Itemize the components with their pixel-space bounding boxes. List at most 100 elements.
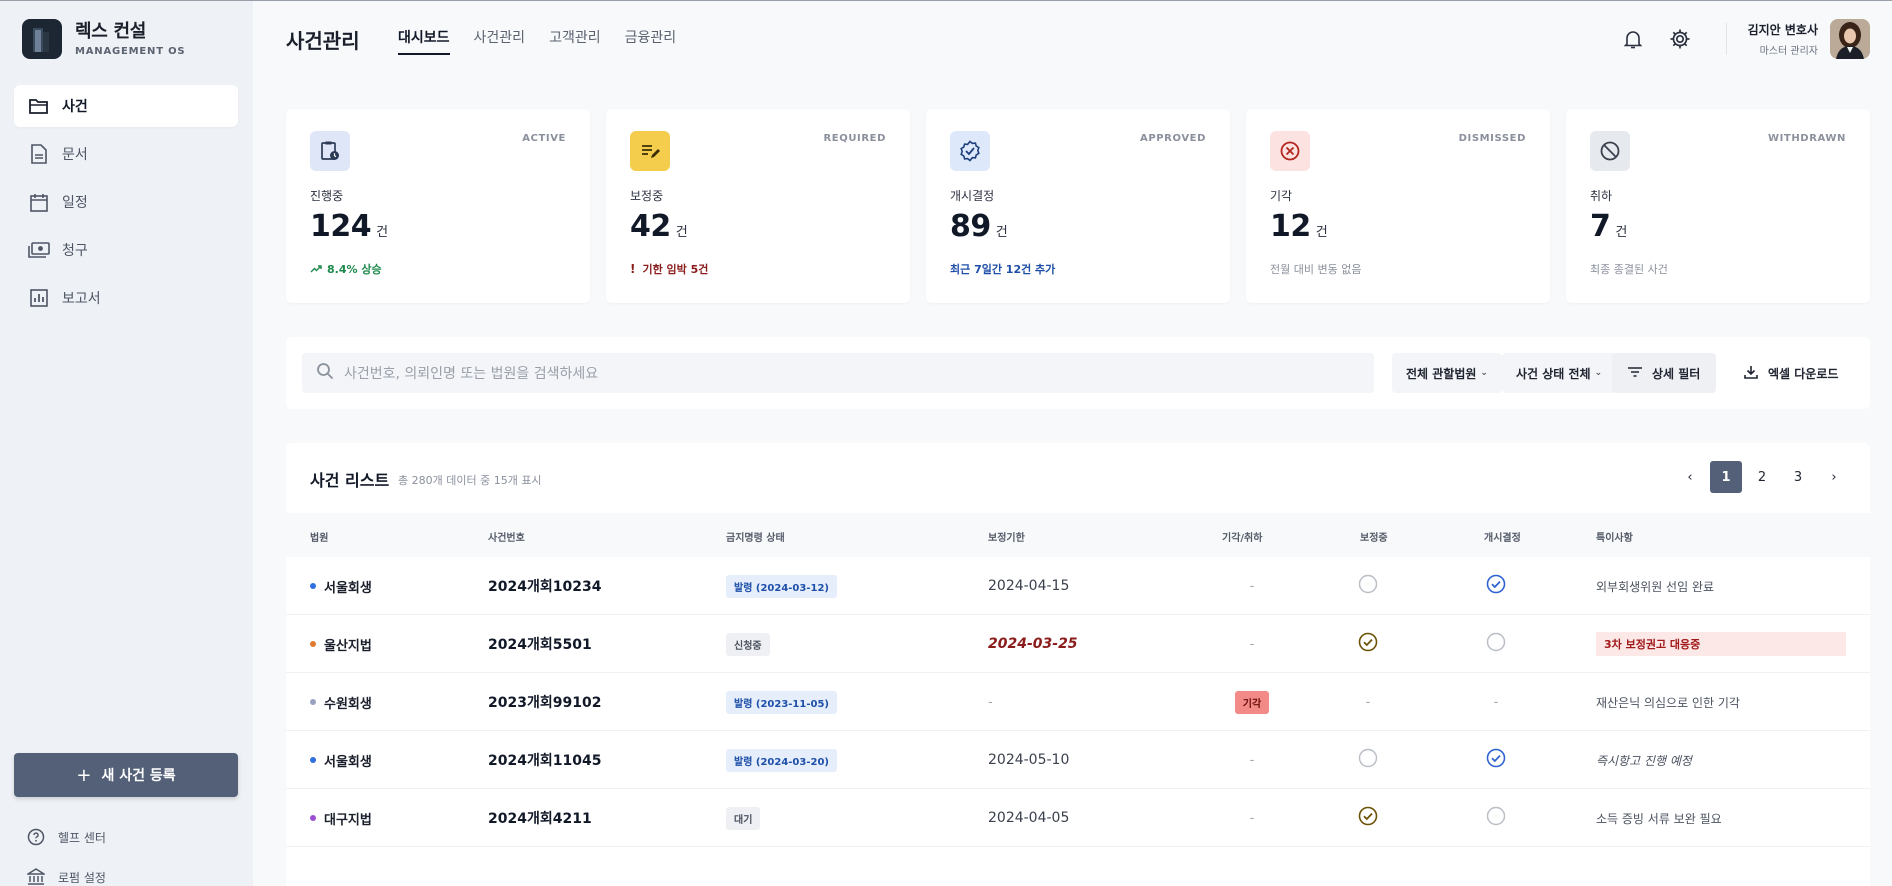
new-case-button[interactable]: + 새 사건 등록: [14, 753, 238, 797]
court-dot: [310, 815, 316, 821]
plus-icon: +: [76, 764, 92, 786]
case-number-link[interactable]: 2024개회5501: [488, 634, 592, 654]
col-court[interactable]: 법원: [310, 529, 328, 544]
table-row[interactable]: 서울회생 2024개회11045 발령 (2024-03-20) 2024-05-10…: [286, 731, 1870, 789]
court-name: 울산지법: [324, 638, 372, 654]
check-circle-icon[interactable]: [1486, 748, 1506, 772]
prev-page-button[interactable]: ‹: [1674, 461, 1706, 493]
case-number-link[interactable]: 2024개회4211: [488, 808, 592, 828]
stat-label: 보정중: [630, 189, 664, 203]
col-case-no[interactable]: 사건번호: [488, 529, 525, 544]
user-role: 마스터 관리자: [1759, 46, 1818, 57]
user-profile[interactable]: 김지안 변호사 마스터 관리자: [1748, 19, 1870, 59]
detail-filter-button[interactable]: 상세 필터: [1612, 353, 1717, 393]
brand-logo-icon: [22, 19, 62, 59]
brand[interactable]: 렉스 컨설 MANAGEMENT OS: [22, 19, 185, 59]
detail-filter-label: 상세 필터: [1652, 366, 1701, 381]
check-circle-icon[interactable]: [1358, 632, 1378, 656]
help-icon: [26, 827, 46, 847]
excel-download-button[interactable]: 엑셀 다운로드: [1730, 353, 1853, 393]
court-name: 대구지법: [324, 812, 372, 828]
firm-settings-link[interactable]: 로펌 설정: [26, 867, 106, 886]
table-row[interactable]: 서울회생 2024개회10234 발령 (2024-03-12) 2024-04-15…: [286, 557, 1870, 615]
dismiss-badge: 기각: [1234, 690, 1270, 714]
col-deadline[interactable]: 보정기한: [988, 529, 1025, 544]
table-row[interactable]: 대구지법 2024개회4211 대기 2024-04-05 - 소득 증빙 서류 보완 필…: [286, 789, 1870, 847]
case-number-link[interactable]: 2023개회99102: [488, 692, 601, 712]
stat-value: 7: [1590, 209, 1611, 244]
col-ban-status[interactable]: 금지명령 상태: [726, 529, 785, 544]
avatar[interactable]: [1830, 19, 1870, 59]
col-dismiss[interactable]: 기각/취하: [1222, 529, 1262, 544]
dismiss-value: -: [1249, 636, 1255, 652]
edit-note-icon: [630, 131, 670, 171]
court-filter-select[interactable]: 전체 관할법원 ⌄: [1392, 353, 1502, 393]
page-3-button[interactable]: 3: [1782, 461, 1814, 493]
gear-icon[interactable]: [1668, 27, 1692, 51]
sidebar-item-reports[interactable]: 보고서: [14, 277, 238, 319]
stat-card-required[interactable]: REQUIRED 보정중 42 건 ! 기한 임박 5건: [606, 109, 910, 303]
note-text: 소득 증빙 서류 보완 필요: [1596, 811, 1722, 826]
col-approved[interactable]: 개시결정: [1484, 529, 1521, 544]
ban-status-badge: 발령 (2024-03-12): [726, 574, 837, 598]
sidebar-item-schedule[interactable]: 일정: [14, 181, 238, 223]
sidebar-item-cases[interactable]: 사건: [14, 85, 238, 127]
case-number-link[interactable]: 2024개회10234: [488, 576, 601, 596]
court-dot: [310, 699, 316, 705]
stat-card-active[interactable]: ACTIVE 진행중 124 건 8.4% 상승: [286, 109, 590, 303]
header-divider: [1726, 23, 1727, 55]
empty-circle-icon[interactable]: [1358, 748, 1378, 772]
col-notes[interactable]: 특이사항: [1596, 529, 1633, 544]
page-2-button[interactable]: 2: [1746, 461, 1778, 493]
case-number-link[interactable]: 2024개회11045: [488, 750, 601, 770]
stat-cards: ACTIVE 진행중 124 건 8.4% 상승 REQUIRED 보정중 42 건…: [286, 109, 1870, 303]
ban-status-badge: 발령 (2023-11-05): [726, 690, 837, 714]
table-row[interactable]: 울산지법 2024개회5501 신청중 2024-03-25 - 3차 보정권고 대응중: [286, 615, 1870, 673]
tab-clients[interactable]: 고객관리: [549, 27, 601, 55]
x-circle-icon: [1270, 131, 1310, 171]
stat-card-withdrawn[interactable]: WITHDRAWN 취하 7건 최종 종결된 사건: [1566, 109, 1870, 303]
tab-finance[interactable]: 금융관리: [625, 27, 677, 55]
stat-card-approved[interactable]: APPROVED 개시결정 89 건 최근 7일간 12건 추가: [926, 109, 1230, 303]
page-title: 사건관리: [286, 29, 360, 53]
stat-value: 12: [1270, 209, 1311, 244]
ban-status-badge: 발령 (2024-03-20): [726, 748, 837, 772]
help-center-link[interactable]: 헬프 센터: [26, 827, 106, 847]
stat-card-dismissed[interactable]: DISMISSED 기각 12 건 전월 대비 변동 없음: [1246, 109, 1550, 303]
sidebar-item-label: 청구: [62, 243, 88, 259]
tab-dashboard[interactable]: 대시보드: [398, 27, 450, 55]
tab-cases[interactable]: 사건관리: [474, 27, 526, 55]
block-icon: [1590, 131, 1630, 171]
empty-circle-icon[interactable]: [1486, 632, 1506, 656]
next-page-button[interactable]: ›: [1818, 461, 1850, 493]
sidebar-nav: 사건 문서 일정 청구 보고서: [14, 85, 238, 325]
stat-note: 기한 임박 5건: [642, 263, 709, 276]
search-input[interactable]: 사건번호, 의뢰인명 또는 법원을 검색하세요: [302, 353, 1374, 393]
stat-tag: WITHDRAWN: [1767, 133, 1846, 144]
court-dot: [310, 583, 316, 589]
sidebar-item-label: 문서: [62, 147, 88, 163]
table-row[interactable]: 수원회생 2023개회99102 발령 (2023-11-05) - 기각 - - 재산은닉 …: [286, 673, 1870, 731]
search-placeholder: 사건번호, 의뢰인명 또는 법원을 검색하세요: [344, 366, 599, 382]
page-1-button[interactable]: 1: [1710, 461, 1742, 493]
header-tabs: 대시보드 사건관리 고객관리 금융관리: [398, 27, 700, 55]
stat-note: 최종 종결된 사건: [1590, 263, 1668, 276]
sidebar-item-billing[interactable]: 청구: [14, 229, 238, 271]
col-correcting[interactable]: 보정중: [1360, 529, 1388, 544]
dismiss-value: -: [1249, 810, 1255, 826]
stat-unit: 건: [1315, 225, 1328, 240]
bell-icon[interactable]: [1621, 27, 1645, 51]
check-circle-icon[interactable]: [1486, 574, 1506, 598]
empty-circle-icon[interactable]: [1358, 574, 1378, 598]
download-icon: [1744, 365, 1758, 382]
sidebar-item-label: 일정: [62, 195, 88, 211]
top-header: 사건관리 대시보드 사건관리 고객관리 금융관리 김지안 변호사 마스터 관리자: [253, 1, 1892, 77]
sidebar-item-documents[interactable]: 문서: [14, 133, 238, 175]
empty-circle-icon[interactable]: [1486, 806, 1506, 830]
help-center-label: 헬프 센터: [58, 830, 106, 845]
status-filter-select[interactable]: 사건 상태 전체 ⌄: [1502, 353, 1617, 393]
pagination: ‹ 1 2 3 ›: [1670, 461, 1850, 493]
check-circle-icon[interactable]: [1358, 806, 1378, 830]
filter-toolbar: 사건번호, 의뢰인명 또는 법원을 검색하세요 전체 관할법원 ⌄ 사건 상태 …: [286, 337, 1870, 409]
stat-tag: ACTIVE: [522, 133, 566, 144]
